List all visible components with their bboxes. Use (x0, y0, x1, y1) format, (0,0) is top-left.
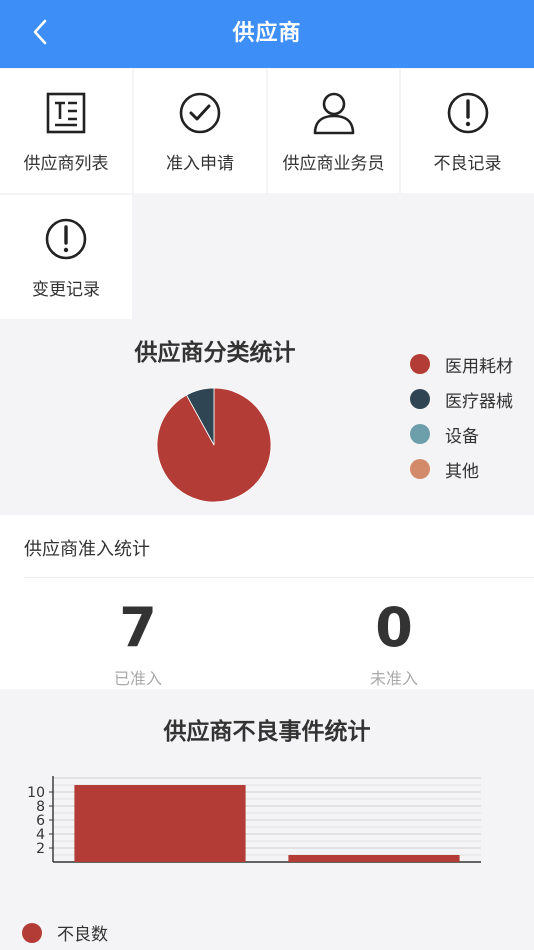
bar[interactable] (288, 855, 460, 862)
legend-item-instruments[interactable]: 医疗器械 (410, 385, 513, 413)
admitted-count: 7 (119, 596, 157, 659)
not-admitted-count: 0 (375, 596, 413, 659)
menu-item-supplier-list[interactable]: 供应商列表 (0, 69, 132, 193)
y-tick-label: 2 (36, 841, 45, 857)
document-list-icon (46, 92, 86, 134)
bad-events-chart-section: 供应商不良事件统计 2 4 6 8 10 不良数 (0, 690, 534, 950)
menu-item-label: 不良记录 (433, 154, 502, 174)
app-header: 供应商 (0, 0, 534, 68)
legend-dot (410, 389, 430, 409)
bad-events-bar-chart: 246810 (27, 776, 481, 863)
legend-item-other[interactable]: 其他 (410, 455, 479, 483)
bar-legend-item[interactable]: 不良数 (22, 920, 108, 945)
menu-item-change-records[interactable]: 变更记录 (0, 195, 132, 319)
legend-dot (410, 354, 430, 374)
y-tick-label: 10 (27, 785, 45, 801)
page-title: 供应商 (232, 21, 302, 46)
not-admitted-label: 未准入 (369, 669, 418, 688)
menu-item-admission-apply[interactable]: 准入申请 (134, 69, 266, 193)
menu-item-label: 供应商业务员 (282, 154, 385, 174)
legend-dot (410, 459, 430, 479)
admitted-stat[interactable]: 7 已准入 (38, 595, 238, 689)
menu-item-label: 供应商列表 (23, 154, 109, 174)
legend-label: 设备 (445, 426, 479, 447)
menu-item-label: 准入申请 (166, 154, 234, 174)
bar-chart-title: 供应商不良事件统计 (163, 719, 371, 745)
y-tick-label: 8 (36, 799, 45, 815)
legend-label: 医疗器械 (445, 391, 513, 412)
category-chart-section: 供应商分类统计 医用耗材 医疗器械 设备 其他 (0, 321, 534, 514)
user-icon (313, 92, 354, 135)
exclamation-circle-icon (45, 218, 87, 260)
legend-dot (410, 424, 430, 444)
legend-item-equipment[interactable]: 设备 (410, 420, 479, 448)
legend-dot (22, 922, 42, 943)
check-circle-icon (179, 92, 221, 134)
menu-item-bad-records[interactable]: 不良记录 (401, 69, 534, 193)
menu-item-supplier-staff[interactable]: 供应商业务员 (268, 69, 399, 193)
bar[interactable] (74, 785, 246, 862)
admitted-label: 已准入 (113, 669, 162, 688)
legend-label: 其他 (445, 461, 479, 482)
legend-label: 医用耗材 (445, 356, 513, 377)
exclamation-circle-icon (447, 92, 488, 134)
menu-grid: 供应商列表 准入申请 供应商业务员 不良记录 变更记录 (0, 68, 534, 320)
divider (24, 577, 534, 578)
legend-label: 不良数 (57, 925, 108, 945)
legend-item-consumables[interactable]: 医用耗材 (410, 350, 513, 378)
not-admitted-stat[interactable]: 0 未准入 (294, 595, 494, 689)
y-tick-label: 6 (36, 813, 45, 829)
category-pie-chart (156, 387, 272, 503)
y-tick-label: 4 (36, 827, 45, 843)
menu-item-label: 变更记录 (32, 280, 100, 300)
admission-stats-title: 供应商准入统计 (24, 539, 150, 560)
admission-stats-section: 供应商准入统计 7 已准入 0 未准入 (0, 515, 534, 689)
